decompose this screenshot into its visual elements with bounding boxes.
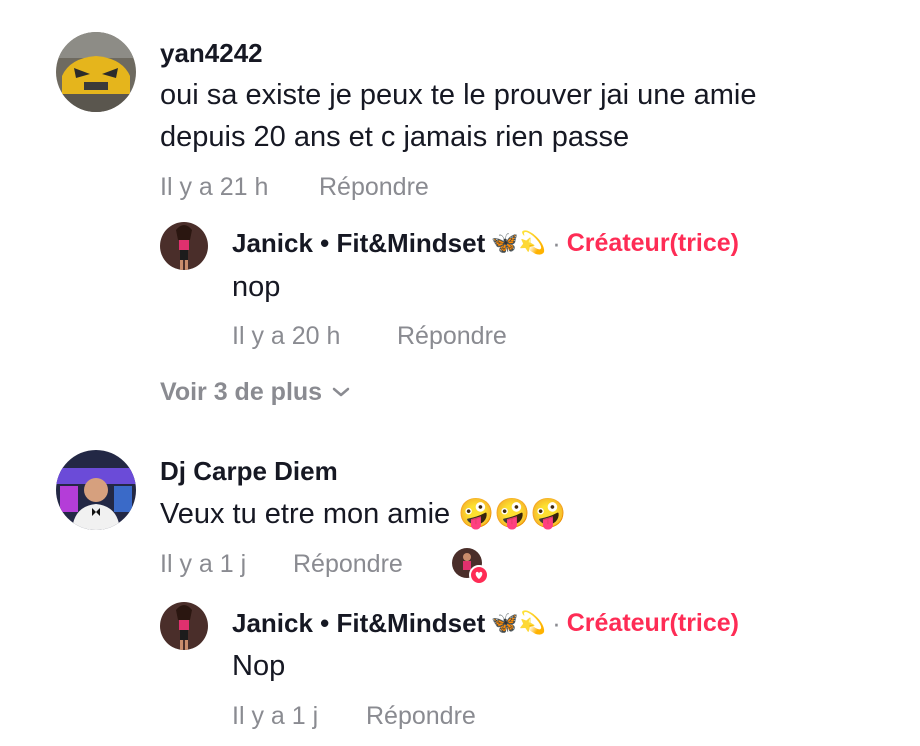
- avatar[interactable]: [160, 602, 208, 650]
- creator-liked-icon: [450, 546, 490, 586]
- reply-button[interactable]: Répondre: [293, 549, 403, 579]
- comment-timestamp: Il y a 21 h: [160, 173, 269, 201]
- reply-button[interactable]: Répondre: [319, 172, 429, 202]
- separator: ·: [552, 608, 561, 638]
- comment-username[interactable]: yan4242: [160, 38, 263, 68]
- comment-timestamp: Il y a 1 j: [160, 550, 247, 578]
- separator: ·: [552, 228, 561, 258]
- view-more-replies-button[interactable]: Voir 3 de plus: [160, 377, 350, 407]
- creator-reply-header: Janick • Fit&Mindset 🦋💫 · Créateur(trice…: [232, 608, 739, 638]
- avatar[interactable]: [56, 32, 136, 112]
- comment-text: Veux tu etre mon amie 🤪🤪🤪: [160, 498, 567, 530]
- creator-name[interactable]: Janick • Fit&Mindset: [232, 228, 485, 258]
- butterfly-sparkle-emoji: 🦋💫: [491, 610, 547, 635]
- view-more-label: Voir 3 de plus: [160, 378, 323, 406]
- reply-text: nop: [232, 271, 281, 303]
- comment-text: depuis 20 ans et c jamais rien passe: [160, 121, 630, 153]
- reply-timestamp: Il y a 20 h: [232, 322, 341, 350]
- comment-username[interactable]: Dj Carpe Diem: [160, 456, 338, 486]
- creator-name[interactable]: Janick • Fit&Mindset: [232, 608, 485, 638]
- reply-text: Nop: [232, 650, 286, 682]
- reply-button[interactable]: Répondre: [366, 701, 476, 731]
- creator-badge: Créateur(trice): [566, 609, 740, 637]
- creator-reply-header: Janick • Fit&Mindset 🦋💫 · Créateur(trice…: [232, 228, 739, 258]
- avatar[interactable]: [56, 450, 136, 530]
- butterfly-sparkle-emoji: 🦋💫: [491, 230, 547, 255]
- creator-badge: Créateur(trice): [566, 229, 740, 257]
- chevron-down-icon: [332, 387, 350, 397]
- avatar[interactable]: [160, 222, 208, 270]
- reply-button[interactable]: Répondre: [397, 321, 507, 351]
- comment-text: oui sa existe je peux te le prouver jai …: [160, 79, 757, 111]
- reply-timestamp: Il y a 1 j: [232, 702, 319, 730]
